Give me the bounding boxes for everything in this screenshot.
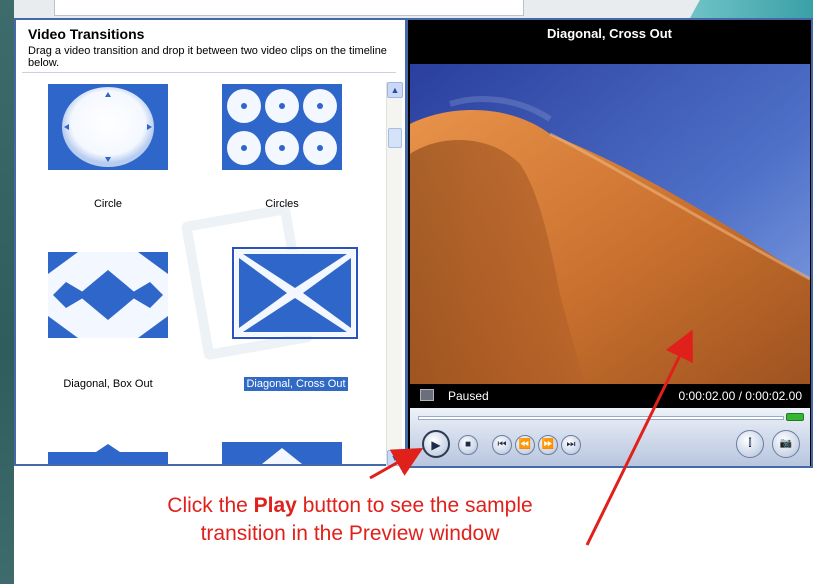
split-clip-button[interactable]: ⫿ — [736, 430, 764, 458]
stop-button[interactable]: ■ — [458, 435, 478, 455]
slide-corner-decoration — [690, 0, 813, 18]
seek-bar[interactable] — [418, 416, 784, 420]
status-icon — [420, 389, 434, 401]
status-bar: Paused 0:00:02.00 / 0:00:02.00 — [410, 384, 810, 408]
preview-panel: Diagonal, Cross Out Paused 0:00:02.00 / … — [406, 18, 813, 468]
caption-line-1: Click the Play button to see the sample — [0, 492, 700, 520]
transition-label-diagonal-cross-out: Diagonal, Cross Out — [243, 376, 349, 392]
circle-transition-icon[interactable] — [48, 84, 168, 170]
caption-text-post: button to see the sample — [296, 494, 533, 517]
playback-status: Paused — [448, 389, 489, 403]
video-transitions-panel: Video Transitions Drag a video transitio… — [14, 18, 406, 466]
forward-button[interactable]: ⏩ — [538, 435, 558, 455]
rewind-button[interactable]: ⏪ — [515, 435, 535, 455]
transition-label-diagonal-box-out: Diagonal, Box Out — [63, 378, 153, 390]
transition-tile-partial-1[interactable] — [48, 442, 168, 464]
diagonal-cross-out-icon[interactable] — [235, 250, 355, 336]
transition-tile-partial-2[interactable] — [222, 442, 342, 464]
panel-divider — [22, 72, 396, 73]
caption-line-2: transition in the Preview window — [200, 522, 500, 545]
preview-title: Diagonal, Cross Out — [547, 26, 672, 41]
previous-frame-button[interactable]: ⏮ — [492, 435, 512, 455]
panel-description: Drag a video transition and drop it betw… — [28, 45, 387, 69]
panel-title: Video Transitions — [28, 26, 145, 42]
playback-controls: ▶ ■ ⏮ ⏪ ⏩ ⏭ ⫿ 📷 — [410, 408, 810, 466]
transitions-scrollbar[interactable]: ▲ ▼ — [386, 82, 403, 466]
scroll-up-button[interactable]: ▲ — [387, 82, 403, 98]
seek-indicator[interactable] — [786, 413, 804, 421]
preview-video-frame — [410, 64, 810, 384]
time-readout: 0:00:02.00 / 0:00:02.00 — [678, 389, 802, 403]
transition-label-circles: Circles — [265, 198, 299, 210]
next-frame-button[interactable]: ⏭ — [561, 435, 581, 455]
diagonal-box-out-icon[interactable] — [48, 252, 168, 338]
caption-text-pre: Click the — [167, 494, 254, 517]
circles-transition-icon[interactable] — [222, 84, 342, 170]
instruction-caption: Click the Play button to see the sample … — [0, 492, 700, 548]
collection-dropdown[interactable] — [54, 0, 524, 16]
take-picture-button[interactable]: 📷 — [772, 430, 800, 458]
caption-text-bold: Play — [253, 494, 297, 517]
scroll-thumb[interactable] — [388, 128, 402, 148]
transition-label-circle: Circle — [93, 198, 123, 210]
play-button[interactable]: ▶ — [422, 430, 450, 458]
scroll-down-button[interactable]: ▼ — [387, 450, 403, 466]
